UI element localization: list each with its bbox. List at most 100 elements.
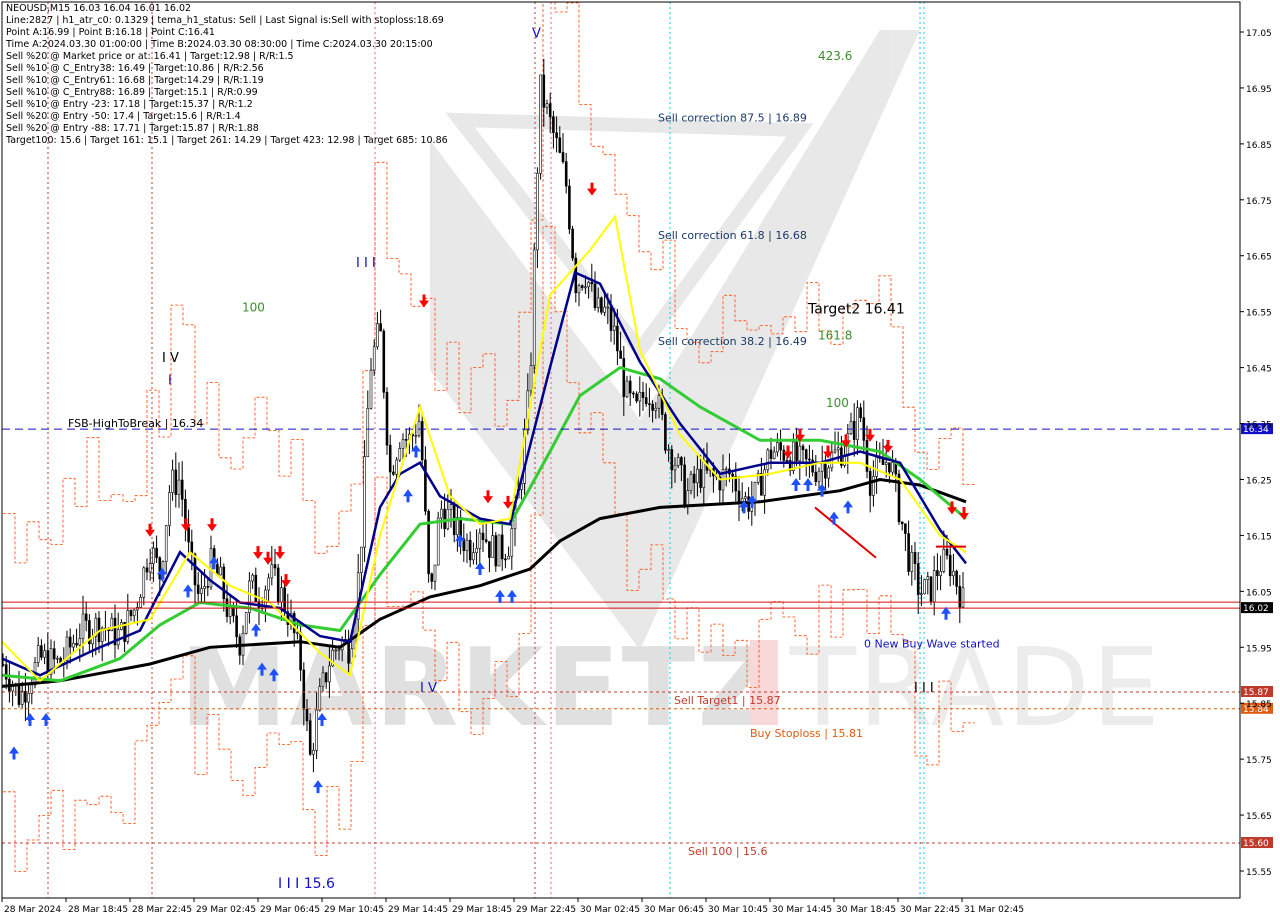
candle-body	[372, 346, 376, 371]
candle-body	[808, 458, 811, 461]
candle-body	[481, 532, 485, 540]
candle-body	[532, 249, 536, 366]
candle-body	[696, 468, 699, 484]
candle-body	[142, 567, 146, 598]
candle-body	[907, 533, 910, 572]
candle-body	[596, 297, 600, 309]
y-tick-label: 15.95	[1246, 644, 1272, 654]
candle-body	[753, 482, 757, 500]
candle-body	[798, 445, 802, 462]
candle-body	[884, 462, 888, 465]
buy-arrow-icon	[803, 478, 813, 492]
candle-body	[648, 403, 651, 405]
candle-body	[628, 380, 632, 394]
candle-body	[555, 132, 558, 139]
candle-body	[427, 510, 430, 575]
candle-body	[792, 441, 795, 472]
y-tick-label: 16.65	[1246, 253, 1272, 263]
candle-body	[465, 539, 469, 552]
x-tick-label: 31 Mar 02:45	[964, 905, 1024, 915]
x-tick-label: 30 Mar 10:45	[708, 905, 768, 915]
chart-annotation: I	[168, 373, 172, 388]
candle-body	[900, 521, 904, 525]
sell-arrow-icon	[419, 294, 429, 308]
candle-body	[760, 472, 763, 496]
info-line: Time A:2024.03.30 01:00:00 | Time B:2024…	[6, 39, 433, 50]
y-tick-label: 16.35	[1246, 421, 1272, 431]
candle-body	[772, 451, 776, 459]
candle-body	[702, 460, 706, 488]
candle-body	[836, 447, 840, 451]
candle-body	[571, 228, 574, 259]
chart-annotation: 100	[826, 396, 849, 410]
candle-body	[440, 508, 443, 519]
candle-body	[632, 392, 635, 395]
candle-body	[779, 442, 782, 451]
y-tick-label: 15.85	[1246, 700, 1272, 710]
candle-body	[731, 473, 734, 477]
info-line: Sell %20 @ Market price or at: 16.41 | T…	[6, 51, 294, 62]
candle-body	[206, 586, 210, 588]
candle-body	[171, 469, 174, 493]
candle-body	[504, 558, 507, 561]
candle-body	[612, 325, 616, 331]
candle-body	[820, 463, 824, 472]
candle-body	[20, 690, 24, 705]
candle-body	[952, 570, 955, 577]
y-tick-label: 16.45	[1246, 365, 1272, 375]
candle-body	[382, 330, 386, 393]
candle-body	[920, 593, 923, 596]
candle-body	[641, 391, 645, 398]
sell-arrow-icon	[281, 574, 291, 588]
x-tick-label: 28 Mar 18:45	[68, 905, 128, 915]
chart-annotation: I I I	[914, 681, 934, 696]
candle-body	[315, 709, 318, 751]
candle-body	[609, 306, 613, 331]
candle-body	[795, 441, 798, 462]
x-tick-label: 28 Mar 2024	[4, 905, 61, 915]
candle-body	[251, 574, 254, 582]
candle-body	[561, 152, 565, 162]
candle-body	[318, 686, 322, 711]
candle-body	[417, 421, 421, 436]
candle-body	[187, 527, 190, 543]
candle-body	[478, 532, 482, 549]
buy-arrow-icon	[313, 780, 323, 794]
candle-body	[945, 548, 949, 556]
candle-body	[78, 638, 82, 646]
candle-body	[916, 563, 920, 595]
chart-annotation: 100	[242, 301, 265, 315]
candle-body	[654, 407, 658, 411]
candle-body	[814, 471, 818, 482]
info-line: Point A:16.99 | Point B:16.18 | Point C:…	[6, 27, 215, 38]
candle-body	[235, 615, 238, 638]
y-tick-label: 15.75	[1246, 756, 1272, 766]
level-label: Buy Stoploss | 15.81	[750, 727, 863, 740]
candle-body	[545, 103, 549, 108]
candle-body	[769, 449, 773, 459]
candle-body	[500, 534, 504, 560]
sell-arrow-icon	[883, 439, 893, 453]
buy-arrow-icon	[403, 489, 413, 503]
candle-body	[593, 283, 597, 309]
candle-body	[936, 570, 939, 576]
candle-body	[590, 282, 594, 285]
candle-body	[872, 476, 875, 496]
x-tick-label: 29 Mar 02:45	[196, 905, 256, 915]
candle-body	[856, 407, 859, 440]
level-label: FSB-HighToBreak | 16.34	[68, 417, 203, 430]
y-tick-label: 16.25	[1246, 476, 1272, 486]
candle-body	[875, 457, 878, 477]
candle-body	[484, 539, 488, 542]
level-label: Sell Target1 | 15.87	[674, 694, 781, 707]
chart-annotation: I I I 15.6	[278, 876, 335, 892]
chart-annotation: Sell correction 38.2 | 16.49	[658, 335, 807, 348]
candle-body	[305, 709, 309, 722]
candle-body	[75, 642, 78, 646]
indicator-info-panel: NEOUSD,M15 16.03 16.04 16.01 16.02 Line:…	[6, 3, 448, 147]
candle-body	[635, 393, 638, 402]
candle-body	[961, 587, 965, 608]
candle-body	[132, 609, 136, 617]
candle-body	[923, 579, 926, 595]
sell-arrow-icon	[275, 546, 285, 560]
